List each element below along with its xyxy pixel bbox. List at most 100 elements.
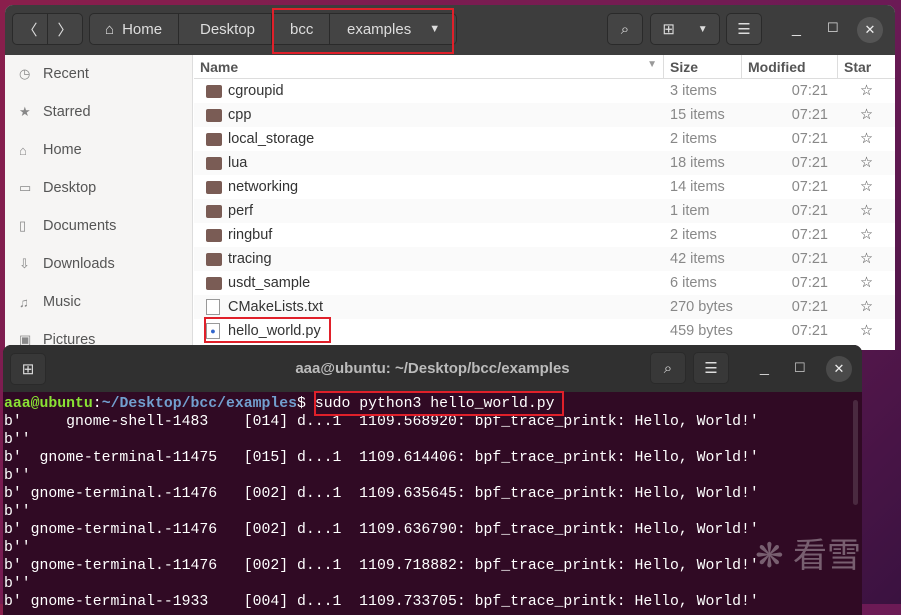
file-size: 42 items xyxy=(670,251,725,267)
sidebar-item-label: Documents xyxy=(43,218,117,234)
file-row[interactable]: cgroupid 3 items 07:21 ☆ xyxy=(194,79,895,103)
output-line: b' gnome-terminal.-11476 [002] d...1 110… xyxy=(4,558,759,574)
sidebar-item-label: Desktop xyxy=(43,180,97,196)
terminal-search-button[interactable]: ⌕ xyxy=(650,352,686,384)
prompt-path: ~/Desktop/bcc/examples xyxy=(101,396,298,412)
terminal-window: ⊞ aaa@ubuntu: ~/Desktop/bcc/examples ⌕ ☰… xyxy=(3,345,862,615)
file-name: networking xyxy=(228,179,299,195)
breadcrumb-label: Home xyxy=(122,20,163,38)
sidebar-item-label: Home xyxy=(43,142,82,158)
file-name: tracing xyxy=(228,251,272,267)
hamburger-icon: ☰ xyxy=(704,360,718,377)
home-icon: ⌂ xyxy=(105,20,115,38)
star-icon[interactable]: ☆ xyxy=(838,227,895,243)
scrollbar[interactable] xyxy=(853,400,858,505)
search-icon: ⌕ xyxy=(663,359,673,377)
close-icon: ✕ xyxy=(833,361,845,376)
file-modified: 07:21 xyxy=(791,179,828,195)
star-icon[interactable]: ☆ xyxy=(838,203,895,219)
sidebar-item[interactable]: ★ Starred xyxy=(5,93,192,131)
file-modified: 07:21 xyxy=(791,299,828,315)
terminal-close-button[interactable]: ✕ xyxy=(826,356,852,382)
file-size: 18 items xyxy=(670,155,725,171)
sidebar-item[interactable]: ▯ Documents xyxy=(5,207,192,245)
file-size: 3 items xyxy=(670,83,717,99)
file-size: 459 bytes xyxy=(670,323,733,339)
search-icon: ⌕ xyxy=(620,20,630,38)
terminal-maximize-button[interactable]: ☐ xyxy=(794,360,806,376)
file-row[interactable]: perf 1 item 07:21 ☆ xyxy=(194,199,895,223)
star-icon[interactable]: ☆ xyxy=(838,275,895,291)
back-button[interactable]: 〈 xyxy=(12,13,48,45)
file-modified: 07:21 xyxy=(791,155,828,171)
breadcrumb-home[interactable]: ⌂ Home xyxy=(89,13,180,45)
star-icon[interactable]: ☆ xyxy=(838,251,895,267)
file-size: 2 items xyxy=(670,131,717,147)
column-modified[interactable]: Modified xyxy=(742,55,838,78)
terminal-output[interactable]: aaa@ubuntu:~/Desktop/bcc/examples$ sudo … xyxy=(3,392,862,611)
breadcrumb-desktop[interactable]: Desktop xyxy=(184,13,273,45)
column-size[interactable]: Size xyxy=(664,55,742,78)
sidebar-item[interactable]: ◷ Recent xyxy=(5,55,192,93)
output-line: b'' xyxy=(4,432,31,448)
sidebar-item[interactable]: ⇩ Downloads xyxy=(5,245,192,283)
sidebar-item[interactable]: ♫ Music xyxy=(5,283,192,321)
highlight-box xyxy=(204,317,331,343)
file-name: lua xyxy=(228,155,248,171)
file-row[interactable]: usdt_sample 6 items 07:21 ☆ xyxy=(194,271,895,295)
file-name: local_storage xyxy=(228,131,315,147)
output-line: b' gnome-terminal--1933 [004] d...1 1109… xyxy=(4,594,759,610)
star-icon: ★ xyxy=(19,104,31,119)
star-icon[interactable]: ☆ xyxy=(838,155,895,171)
star-icon[interactable]: ☆ xyxy=(838,299,895,315)
terminal-title: aaa@ubuntu: ~/Desktop/bcc/examples xyxy=(295,360,570,377)
star-icon[interactable]: ☆ xyxy=(838,323,895,339)
view-button[interactable]: ⊞ ▼ xyxy=(650,13,720,45)
file-row[interactable]: cpp 15 items 07:21 ☆ xyxy=(194,103,895,127)
output-line: b'' xyxy=(4,540,31,556)
star-icon[interactable]: ☆ xyxy=(838,131,895,147)
column-name[interactable]: Name ▼ xyxy=(194,55,664,78)
file-size: 6 items xyxy=(670,275,717,291)
folder-icon xyxy=(206,156,222,170)
sidebar-item-label: Starred xyxy=(43,104,91,120)
home-icon: ⌂ xyxy=(19,142,27,158)
star-icon[interactable]: ☆ xyxy=(838,83,895,99)
file-size: 270 bytes xyxy=(670,299,733,315)
file-name: CMakeLists.txt xyxy=(228,299,324,315)
file-row[interactable]: CMakeLists.txt 270 bytes 07:21 ☆ xyxy=(194,295,895,319)
column-star[interactable]: Star xyxy=(838,55,895,78)
star-icon[interactable]: ☆ xyxy=(838,179,895,195)
breadcrumb-label: Desktop xyxy=(200,20,256,38)
close-button[interactable]: ✕ xyxy=(857,17,883,43)
file-row[interactable]: local_storage 2 items 07:21 ☆ xyxy=(194,127,895,151)
folder-icon xyxy=(206,204,222,218)
file-row[interactable]: lua 18 items 07:21 ☆ xyxy=(194,151,895,175)
file-modified: 07:21 xyxy=(791,131,828,147)
music-icon: ♫ xyxy=(19,294,29,310)
star-icon[interactable]: ☆ xyxy=(838,107,895,123)
sidebar-item-label: Music xyxy=(43,294,81,310)
forward-button[interactable]: 〉 xyxy=(47,13,83,45)
file-modified: 07:21 xyxy=(791,323,828,339)
text-file-icon xyxy=(206,299,220,315)
search-button[interactable]: ⌕ xyxy=(607,13,643,45)
sidebar-item[interactable]: ⌂ Home xyxy=(5,131,192,169)
output-line: b'' xyxy=(4,468,31,484)
file-modified: 07:21 xyxy=(791,107,828,123)
highlight-box xyxy=(272,8,454,54)
terminal-minimize-button[interactable]: _ xyxy=(760,359,769,377)
terminal-header: ⊞ aaa@ubuntu: ~/Desktop/bcc/examples ⌕ ☰… xyxy=(3,345,862,392)
terminal-menu-button[interactable]: ☰ xyxy=(693,352,729,384)
sidebar-item[interactable]: ▭ Desktop xyxy=(5,169,192,207)
minimize-button[interactable]: _ xyxy=(792,20,801,38)
file-row[interactable]: networking 14 items 07:21 ☆ xyxy=(194,175,895,199)
maximize-button[interactable]: ☐ xyxy=(827,20,839,36)
file-row[interactable]: ringbuf 2 items 07:21 ☆ xyxy=(194,223,895,247)
file-row[interactable]: tracing 42 items 07:21 ☆ xyxy=(194,247,895,271)
file-name: cpp xyxy=(228,107,252,123)
folder-icon xyxy=(206,180,222,194)
menu-button[interactable]: ☰ xyxy=(726,13,762,45)
folder-icon xyxy=(206,84,222,98)
file-size: 14 items xyxy=(670,179,725,195)
